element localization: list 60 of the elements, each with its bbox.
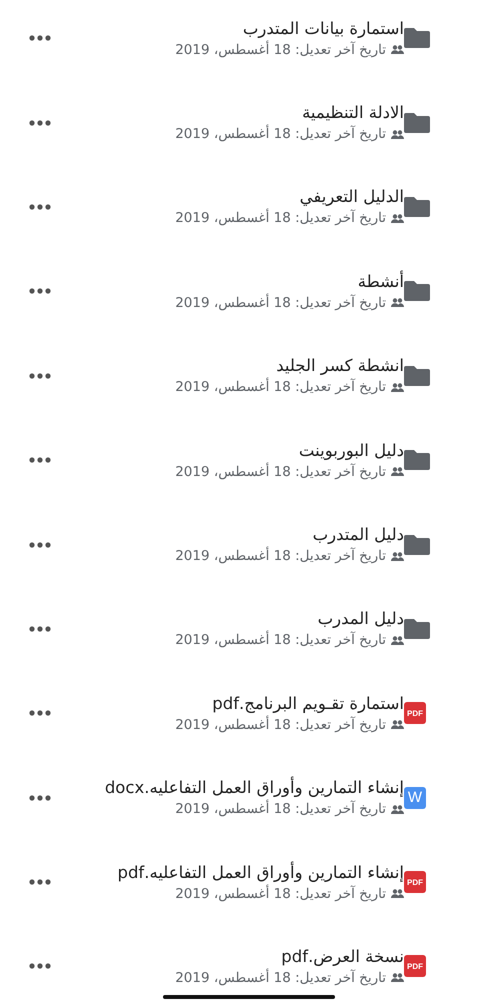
people-icon [391, 382, 404, 392]
file-name[interactable]: استمارة بيانات المتدرب [242, 18, 404, 38]
people-icon [391, 298, 404, 308]
file-name[interactable]: دليل المدرب [318, 609, 404, 628]
more-options-icon[interactable] [29, 626, 51, 632]
people-icon [391, 889, 404, 898]
modified-date: تاريخ آخر تعديل: 18 أغسطس، 2019 [175, 379, 386, 396]
modified-date: تاريخ آخر تعديل: 18 أغسطس، 2019 [175, 464, 386, 480]
word-file-icon: W [404, 786, 426, 809]
file-name[interactable]: انشطة كسر الجليد [276, 356, 404, 376]
file-name[interactable]: الادلة التنظيمية [302, 103, 404, 122]
more-options-icon[interactable] [29, 879, 51, 886]
pdf-file-icon: PDF [404, 871, 426, 894]
file-name[interactable]: دليل المتدرب [312, 525, 404, 544]
file-name[interactable]: دليل البوربوينت [298, 440, 404, 460]
modified-date: تاريخ آخر تعديل: 18 أغسطس، 2019 [175, 716, 386, 733]
folder-icon [404, 366, 430, 386]
more-options-icon[interactable] [29, 120, 51, 126]
people-icon [391, 45, 404, 54]
people-icon [391, 214, 404, 223]
more-options-icon[interactable] [29, 288, 51, 294]
folder-icon [404, 534, 430, 555]
folder-icon [404, 28, 430, 48]
file-name[interactable]: استمارة تقـويم البرنامج.pdf [212, 694, 404, 713]
modified-date: تاريخ آخر تعديل: 18 أغسطس، 2019 [175, 632, 386, 648]
modified-date: تاريخ آخر تعديل: 18 أغسطس، 2019 [175, 294, 386, 311]
file-name[interactable]: نسخة العرض.pdf [281, 946, 404, 966]
more-options-icon[interactable] [29, 35, 51, 42]
people-icon [391, 973, 404, 982]
folder-icon [404, 618, 430, 639]
more-options-icon[interactable] [29, 204, 51, 210]
people-icon [391, 467, 404, 476]
people-icon [391, 720, 404, 730]
pdf-file-icon: PDF [404, 955, 426, 978]
file-name[interactable]: الدليل التعريفي [300, 187, 404, 206]
folder-icon [404, 450, 430, 470]
people-icon [391, 130, 404, 139]
modified-date: تاريخ آخر تعديل: 18 أغسطس، 2019 [175, 210, 386, 226]
people-icon [391, 804, 404, 814]
modified-date: تاريخ آخر تعديل: 18 أغسطس، 2019 [175, 42, 386, 58]
modified-date: تاريخ آخر تعديل: 18 أغسطس، 2019 [175, 548, 386, 564]
file-name[interactable]: إنشاء التمارين وأوراق العمل التفاعليه.pdf [117, 862, 404, 882]
more-options-icon[interactable] [29, 794, 51, 801]
folder-icon [404, 196, 430, 217]
file-name[interactable]: إنشاء التمارين وأوراق العمل التفاعليه.docx [104, 778, 404, 798]
file-name[interactable]: أنشطة [358, 272, 404, 291]
modified-date: تاريخ آخر تعديل: 18 أغسطس، 2019 [175, 801, 386, 818]
modified-date: تاريخ آخر تعديل: 18 أغسطس، 2019 [175, 886, 386, 902]
modified-date: تاريخ آخر تعديل: 18 أغسطس، 2019 [175, 126, 386, 142]
more-options-icon[interactable] [29, 542, 51, 548]
more-options-icon[interactable] [29, 457, 51, 464]
pdf-file-icon: PDF [404, 702, 426, 724]
modified-date: تاريخ آخر تعديل: 18 أغسطس، 2019 [175, 970, 386, 986]
more-options-icon[interactable] [29, 963, 51, 970]
folder-icon [404, 112, 430, 133]
people-icon [391, 552, 404, 561]
folder-icon [404, 281, 430, 302]
people-icon [391, 636, 404, 645]
more-options-icon[interactable] [29, 372, 51, 379]
more-options-icon[interactable] [29, 710, 51, 716]
